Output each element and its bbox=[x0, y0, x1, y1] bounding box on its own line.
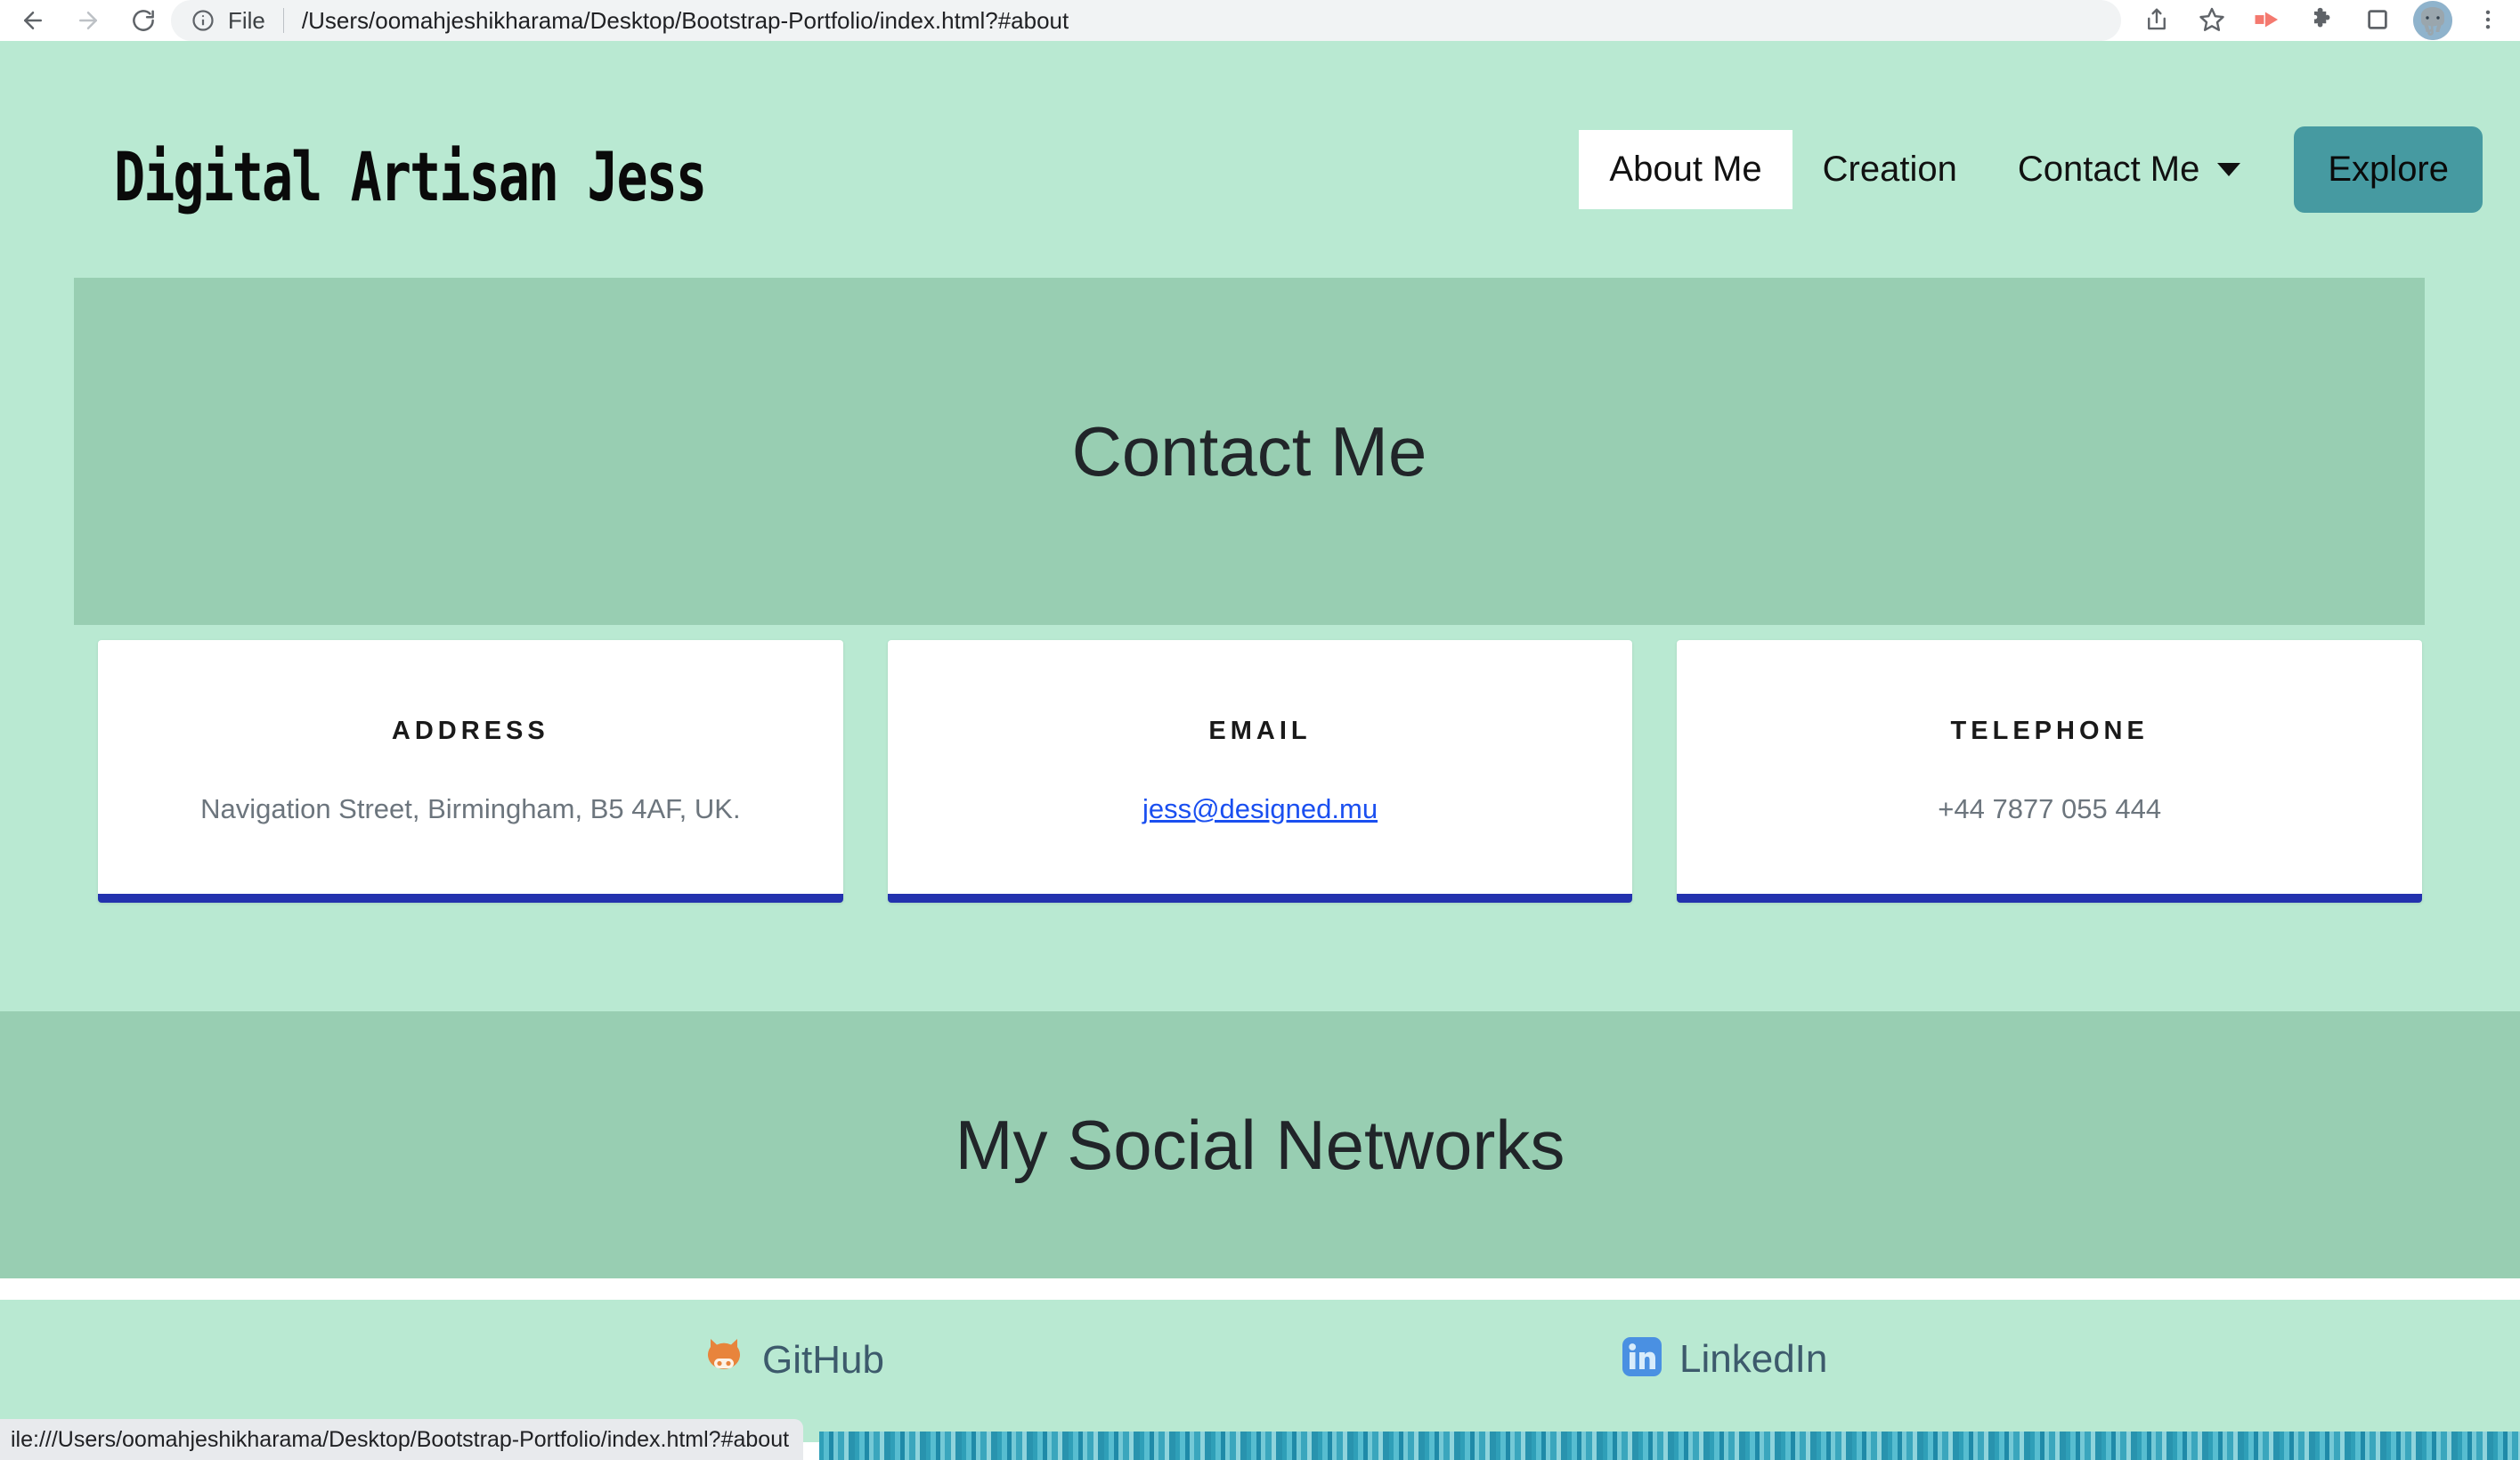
browser-action-icons bbox=[2130, 0, 2515, 41]
browser-chrome: File /Users/oomahjeshikharama/Desktop/Bo… bbox=[0, 0, 2520, 41]
contact-card-email: EMAIL jess@designed.mu bbox=[887, 640, 1633, 903]
extensions-button[interactable] bbox=[2296, 0, 2349, 41]
page-viewport: Digital Artisan Jess About Me Creation C… bbox=[0, 41, 2520, 1460]
nav-item-contact-me[interactable]: Contact Me bbox=[1988, 130, 2272, 209]
url-text[interactable]: /Users/oomahjeshikharama/Desktop/Bootstr… bbox=[302, 7, 1069, 35]
section-divider bbox=[0, 1278, 2520, 1300]
share-icon bbox=[2143, 6, 2170, 36]
contact-cards-row: ADDRESS Navigation Street, Birmingham, B… bbox=[98, 640, 2423, 903]
share-button[interactable] bbox=[2130, 0, 2183, 41]
contact-card-address: ADDRESS Navigation Street, Birmingham, B… bbox=[98, 640, 843, 903]
card-value: Navigation Street, Birmingham, B5 4AF, U… bbox=[200, 793, 741, 824]
red-extension-button[interactable] bbox=[2240, 0, 2294, 41]
email-link[interactable]: jess@designed.mu bbox=[1142, 793, 1378, 825]
contact-card-telephone: TELEPHONE +44 7877 055 444 bbox=[1677, 640, 2423, 903]
forward-button[interactable] bbox=[62, 1, 114, 40]
browser-nav-buttons bbox=[0, 1, 169, 40]
card-heading: ADDRESS bbox=[391, 717, 549, 745]
footer-image-strip bbox=[819, 1432, 2520, 1460]
social-link-linkedin[interactable]: LinkedIn bbox=[1621, 1335, 1827, 1383]
reload-button[interactable] bbox=[118, 1, 169, 40]
linkedin-icon bbox=[1621, 1335, 1663, 1383]
back-button[interactable] bbox=[7, 1, 59, 40]
github-octocat-icon bbox=[702, 1335, 746, 1384]
status-bar-text: ile:///Users/oomahjeshikharama/Desktop/B… bbox=[11, 1426, 790, 1452]
page-title: Contact Me bbox=[1071, 411, 1427, 491]
hero-banner: Contact Me bbox=[74, 278, 2425, 625]
star-bookmark-icon bbox=[2198, 5, 2226, 36]
explore-button[interactable]: Explore bbox=[2294, 126, 2483, 213]
puzzle-piece-icon bbox=[2308, 5, 2337, 36]
nav-item-about-me[interactable]: About Me bbox=[1579, 130, 1792, 209]
address-bar[interactable]: File /Users/oomahjeshikharama/Desktop/Bo… bbox=[171, 0, 2121, 41]
reload-icon bbox=[130, 7, 157, 34]
social-link-label: LinkedIn bbox=[1679, 1336, 1828, 1381]
social-heading: My Social Networks bbox=[955, 1105, 1565, 1184]
card-heading: TELEPHONE bbox=[1950, 717, 2149, 745]
forward-arrow-icon bbox=[75, 7, 102, 34]
omnibox-divider bbox=[282, 8, 284, 33]
card-heading: EMAIL bbox=[1208, 717, 1312, 745]
chevron-down-icon bbox=[2217, 163, 2241, 176]
nav-item-label: Contact Me bbox=[2017, 150, 2200, 189]
card-value: +44 7877 055 444 bbox=[1938, 793, 2162, 824]
back-arrow-icon bbox=[20, 7, 46, 34]
social-link-label: GitHub bbox=[762, 1337, 884, 1382]
red-play-extension-icon bbox=[2252, 4, 2282, 37]
status-bar-link-preview: ile:///Users/oomahjeshikharama/Desktop/B… bbox=[0, 1419, 804, 1460]
side-panel-icon bbox=[2364, 6, 2391, 36]
nav-item-label: About Me bbox=[1609, 150, 1762, 189]
url-scheme-label: File bbox=[228, 6, 265, 34]
info-circle-icon[interactable] bbox=[191, 8, 215, 33]
three-dot-menu-icon bbox=[2475, 7, 2500, 35]
elephant-avatar-icon bbox=[2413, 1, 2452, 40]
social-banner: My Social Networks bbox=[0, 1011, 2520, 1278]
site-nav-links: About Me Creation Contact Me Explore bbox=[1579, 126, 2483, 213]
site-brand[interactable]: Digital Artisan Jess bbox=[114, 137, 707, 216]
browser-menu-button[interactable] bbox=[2461, 0, 2515, 41]
profile-button[interactable] bbox=[2406, 0, 2459, 41]
nav-item-label: Creation bbox=[1822, 150, 1957, 189]
site-navbar: Digital Artisan Jess About Me Creation C… bbox=[0, 41, 2520, 237]
side-panel-button[interactable] bbox=[2351, 0, 2404, 41]
nav-item-creation[interactable]: Creation bbox=[1792, 130, 1988, 209]
bookmark-button[interactable] bbox=[2185, 0, 2239, 41]
social-link-github[interactable]: GitHub bbox=[702, 1335, 884, 1384]
